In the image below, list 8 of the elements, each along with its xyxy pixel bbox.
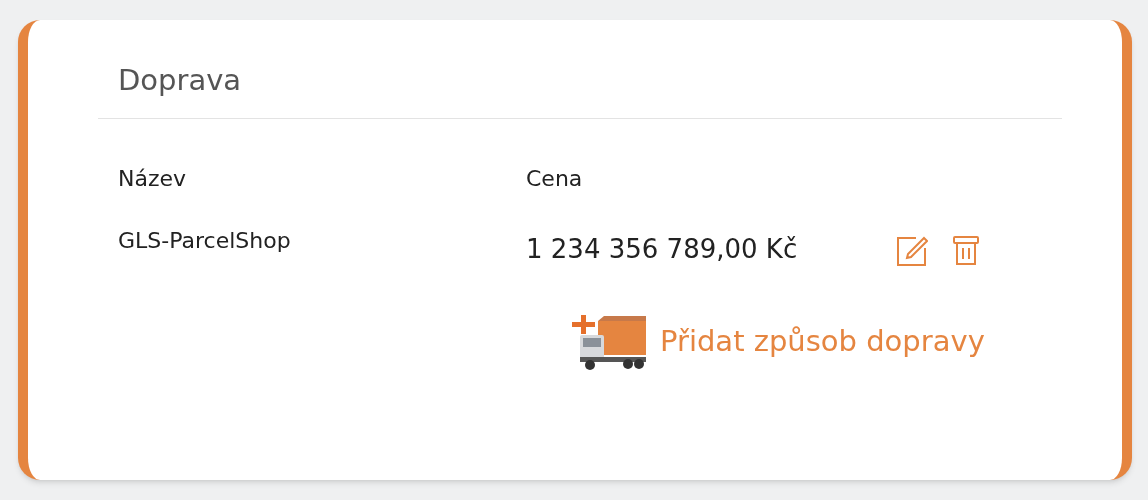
table-cell: GLS-ParcelShop — [118, 228, 291, 253]
card-title: Doprava — [98, 20, 242, 119]
trash-icon[interactable] — [952, 235, 980, 267]
table-cell-text: 1 234 356 789,00 Kč — [526, 233, 799, 266]
column-header: Cena — [526, 166, 583, 191]
column-header: Název — [118, 166, 187, 191]
add-shipping-link[interactable]: Přidat způsob dopravy — [568, 313, 985, 371]
edit-icon[interactable] — [896, 235, 928, 267]
